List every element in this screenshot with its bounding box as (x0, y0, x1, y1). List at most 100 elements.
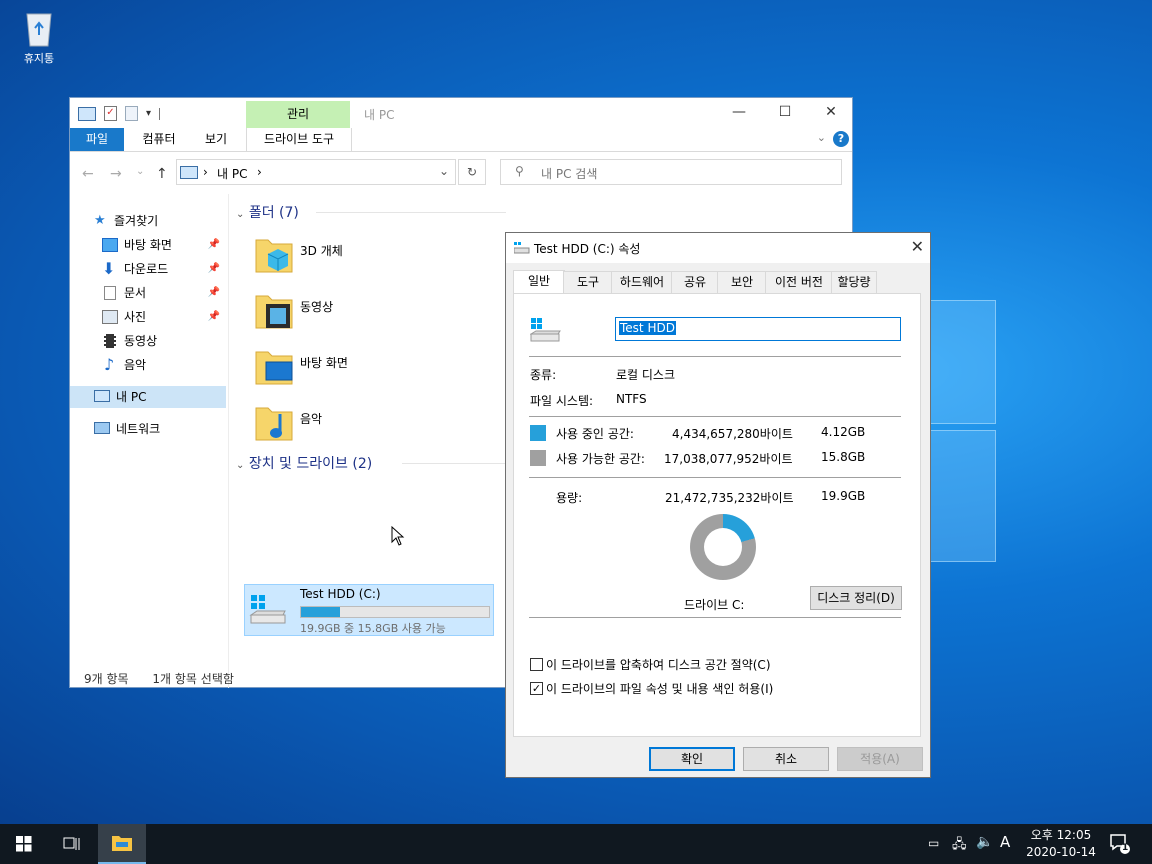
sidebar-item-music[interactable]: ♪ 음악 (70, 354, 226, 376)
explorer-titlebar: ✓ ▾ 관리 내 PC — ☐ ✕ (70, 98, 852, 128)
free-space-label: 사용 가능한 공간: (556, 452, 645, 466)
folder-label: 음악 (300, 412, 323, 426)
hard-drive-icon (530, 318, 561, 342)
folder-music[interactable]: 음악 (254, 400, 494, 452)
breadcrumb-separator[interactable]: › (257, 165, 262, 179)
sidebar-item-quick-access[interactable]: ★ 즐겨찾기 (70, 210, 226, 232)
compress-checkbox[interactable] (530, 658, 543, 671)
music-icon: ♪ (104, 355, 115, 374)
refresh-icon[interactable]: ↻ (458, 159, 486, 185)
start-button[interactable] (0, 824, 48, 864)
folders-group-header[interactable]: ⌄ 폴더 (7) (236, 202, 836, 222)
video-icon (104, 334, 116, 348)
back-arrow-icon[interactable]: ← (82, 166, 94, 182)
volume-icon[interactable]: 🔈 (976, 834, 993, 850)
up-arrow-icon[interactable]: ↑ (156, 166, 168, 182)
ime-indicator[interactable]: A (1000, 833, 1010, 851)
new-folder-icon[interactable] (125, 106, 138, 121)
selection-count: 1개 항목 선택함 (152, 672, 234, 686)
sidebar-item-pictures[interactable]: 사진 📌 (70, 306, 226, 328)
tab-sharing[interactable]: 공유 (671, 271, 719, 293)
recent-locations-icon[interactable]: ⌄ (136, 166, 144, 177)
dialog-close-button[interactable]: ✕ (911, 237, 924, 256)
address-computer-icon (180, 166, 198, 179)
taskbar-file-explorer[interactable] (98, 824, 146, 864)
help-icon[interactable]: ? (833, 131, 849, 147)
forward-arrow-icon[interactable]: → (110, 166, 122, 182)
sidebar-item-label: 동영상 (124, 334, 158, 348)
sidebar-item-desktop[interactable]: 바탕 화면 📌 (70, 234, 226, 256)
free-space-bytes: 17,038,077,952바이트 (664, 452, 793, 466)
computer-icon[interactable] (78, 106, 96, 121)
folder-videos[interactable]: 동영상 (254, 288, 494, 340)
search-input[interactable]: ⚲ 내 PC 검색 (500, 159, 842, 185)
status-bar: 9개 항목 1개 항목 선택함 (84, 670, 234, 687)
ok-button[interactable]: 확인 (649, 747, 735, 771)
breadcrumb-this-pc[interactable]: 내 PC (217, 165, 247, 182)
close-button[interactable]: ✕ (808, 98, 854, 128)
tab-general[interactable]: 일반 (513, 270, 565, 294)
network-tray-icon[interactable]: 🖧 (952, 835, 967, 857)
manage-context-header: 관리 (246, 101, 350, 128)
dialog-title: Test HDD (C:) 속성 (534, 242, 641, 256)
drive-label-input[interactable]: Test HDD (615, 317, 901, 341)
battery-icon[interactable]: ▭ (928, 836, 939, 850)
search-placeholder: 내 PC 검색 (541, 167, 598, 181)
recycle-bin-shortcut[interactable]: 휴지통 (12, 8, 66, 66)
windows-start-icon (16, 836, 32, 852)
disk-cleanup-button[interactable]: 디스크 정리(D) (810, 586, 902, 610)
compress-label[interactable]: 이 드라이브를 압축하여 디스크 공간 절약(C) (546, 656, 771, 673)
used-space-gb: 4.12GB (821, 425, 866, 439)
pin-icon: 📌 (207, 263, 220, 274)
maximize-button[interactable]: ☐ (762, 98, 808, 128)
tab-quota[interactable]: 할당량 (831, 271, 877, 293)
index-label[interactable]: 이 드라이브의 파일 속성 및 내용 색인 허용(I) (546, 680, 773, 697)
ribbon-expand-icon[interactable]: ⌄ (817, 131, 826, 144)
drive-free-text: 19.9GB 중 15.8GB 사용 가능 (300, 622, 446, 635)
tab-computer[interactable]: 컴퓨터 (134, 128, 184, 151)
tab-tools[interactable]: 도구 (563, 271, 613, 293)
tab-hardware[interactable]: 하드웨어 (611, 271, 673, 293)
sidebar-item-label: 바탕 화면 (124, 238, 172, 252)
breadcrumb-separator[interactable]: › (203, 165, 208, 179)
sidebar-item-network[interactable]: 네트워크 (70, 418, 226, 440)
minimize-button[interactable]: — (716, 98, 762, 128)
sidebar-item-downloads[interactable]: ⬇ 다운로드 📌 (70, 258, 226, 280)
windows-logo-wallpaper (930, 300, 1000, 570)
drive-letter-label: 드라이브 C: (684, 598, 745, 612)
clock[interactable]: 오후 12:05 2020-10-14 (1020, 827, 1102, 861)
free-space-gb: 15.8GB (821, 450, 866, 464)
address-dropdown-icon[interactable]: ⌄ (439, 164, 449, 178)
folder-3d-objects[interactable]: 3D 개체 (254, 232, 494, 284)
tab-file[interactable]: 파일 (70, 128, 124, 151)
action-center-button[interactable]: 1 (1108, 832, 1138, 860)
clock-date: 2020-10-14 (1026, 845, 1096, 859)
task-view-button[interactable] (48, 824, 96, 864)
address-bar[interactable]: › 내 PC › ⌄ (176, 159, 456, 185)
properties-icon[interactable]: ✓ (104, 106, 117, 121)
folder-desktop[interactable]: 바탕 화면 (254, 344, 494, 396)
tab-previous-versions[interactable]: 이전 버전 (765, 271, 833, 293)
quick-access-toolbar: ✓ ▾ (78, 106, 161, 121)
index-checkbox[interactable]: ✓ (530, 682, 543, 695)
used-space-bytes: 4,434,657,280바이트 (672, 427, 793, 441)
drive-properties-dialog: Test HDD (C:) 속성 ✕ 일반 도구 하드웨어 공유 보안 이전 버… (505, 232, 931, 778)
recycle-bin-icon (21, 8, 57, 48)
apply-button[interactable]: 적용(A) (837, 747, 923, 771)
videos-folder-icon (255, 295, 293, 329)
tab-drive-tools[interactable]: 드라이브 도구 (246, 128, 352, 151)
computer-icon (94, 390, 110, 402)
qat-dropdown-icon[interactable]: ▾ (146, 108, 151, 119)
cancel-button[interactable]: 취소 (743, 747, 829, 771)
capacity-gb: 19.9GB (821, 489, 866, 503)
drive-usage-bar (300, 606, 490, 618)
document-icon (104, 286, 116, 300)
sidebar-item-this-pc[interactable]: 내 PC (70, 386, 226, 408)
tab-security[interactable]: 보안 (717, 271, 767, 293)
tab-view[interactable]: 보기 (194, 128, 238, 151)
drive-tile-c[interactable]: Test HDD (C:) 19.9GB 중 15.8GB 사용 가능 (244, 584, 494, 636)
folder-label: 바탕 화면 (300, 356, 348, 370)
3d-objects-folder-icon (255, 239, 293, 273)
sidebar-item-videos[interactable]: 동영상 (70, 330, 226, 352)
sidebar-item-documents[interactable]: 문서 📌 (70, 282, 226, 304)
